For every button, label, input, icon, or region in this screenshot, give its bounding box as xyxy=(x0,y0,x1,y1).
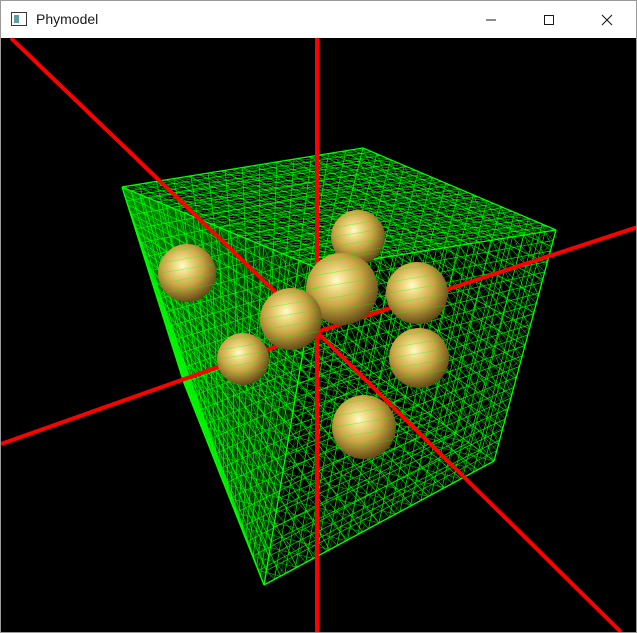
coordinate-axes xyxy=(1,38,636,632)
3d-viewport[interactable] xyxy=(1,38,636,632)
sphere xyxy=(332,395,396,459)
maximize-button[interactable] xyxy=(520,1,578,38)
close-icon xyxy=(601,14,613,25)
sphere xyxy=(386,262,448,324)
sphere xyxy=(217,333,269,385)
sphere xyxy=(158,244,216,302)
sphere xyxy=(389,328,449,388)
mesh-edge xyxy=(263,460,495,586)
mesh-line xyxy=(266,450,497,571)
app-window-icon xyxy=(11,12,27,26)
maximize-icon xyxy=(544,14,554,25)
title-bar[interactable]: Phymodel xyxy=(1,1,636,38)
minimize-icon xyxy=(486,19,496,20)
mesh-diagonal xyxy=(220,170,478,197)
mesh-diagonal xyxy=(266,570,275,580)
app-window: Phymodel xyxy=(0,0,637,633)
sphere xyxy=(260,288,322,350)
minimize-button[interactable] xyxy=(462,1,520,38)
mesh-diagonal xyxy=(399,366,520,512)
window-title: Phymodel xyxy=(36,11,99,27)
mesh-diagonal xyxy=(187,176,504,208)
wireframe-mesh xyxy=(121,147,557,586)
scene-canvas[interactable] xyxy=(1,38,636,632)
close-button[interactable] xyxy=(578,1,636,38)
